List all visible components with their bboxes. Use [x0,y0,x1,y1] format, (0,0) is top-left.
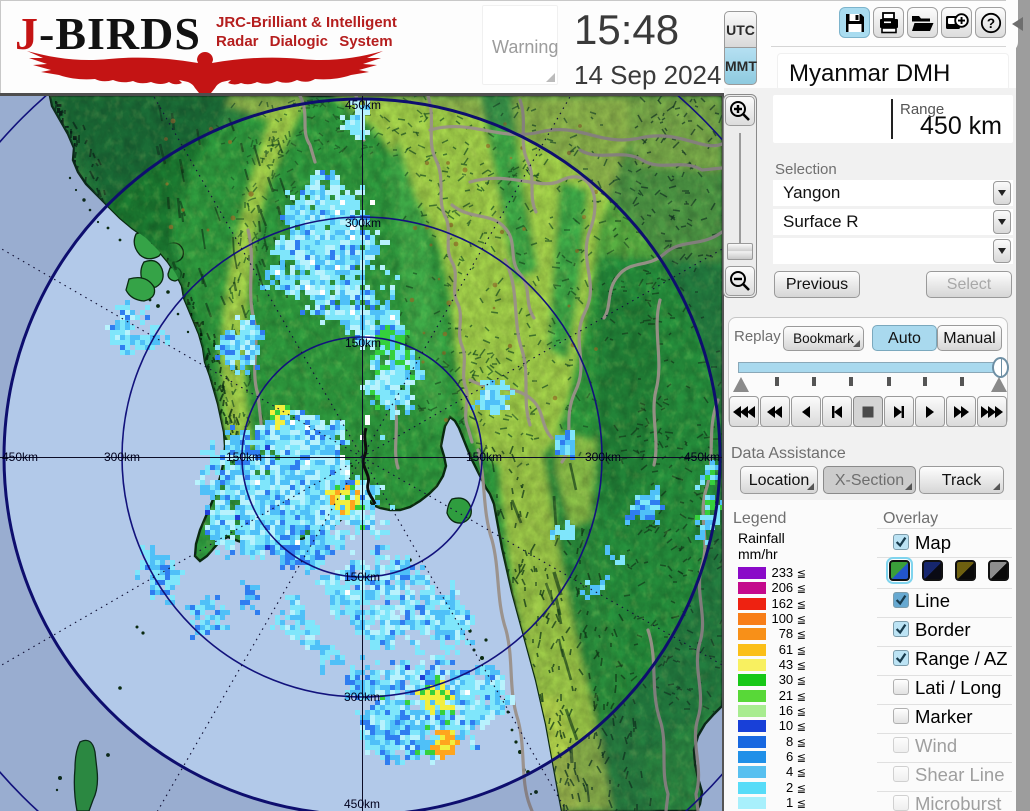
svg-text:150km: 150km [345,336,381,350]
svg-text:450km: 450km [344,797,380,811]
svg-text:300km: 300km [345,216,381,230]
svg-text:?: ? [986,16,994,31]
svg-text:150km: 150km [226,450,262,464]
svg-text:450km: 450km [2,450,38,464]
svg-text:150km: 150km [344,570,380,584]
svg-text:450km: 450km [345,98,381,112]
svg-text:300km: 300km [344,690,380,704]
svg-text:450km: 450km [684,450,720,464]
svg-text:300km: 300km [585,450,621,464]
svg-text:300km: 300km [104,450,140,464]
svg-text:150km: 150km [466,450,502,464]
